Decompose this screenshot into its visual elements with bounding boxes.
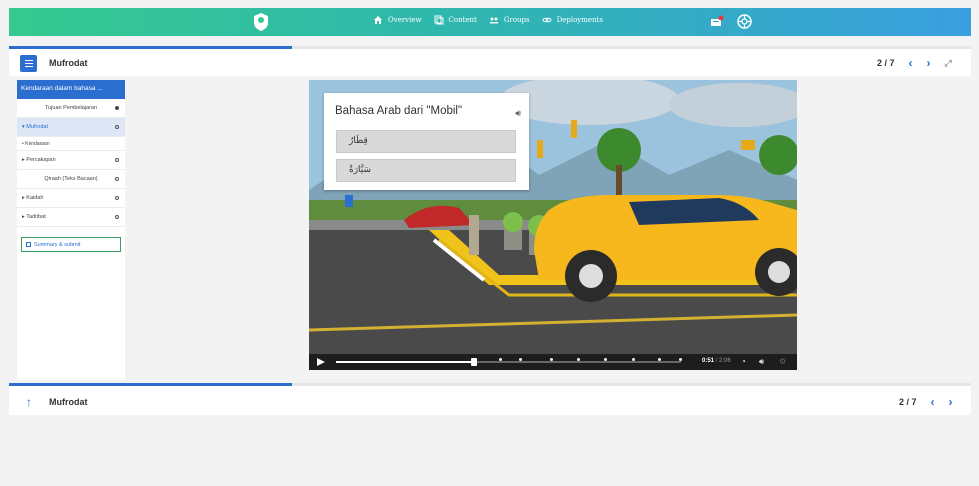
nav-deployments[interactable]: Deployments [542, 15, 603, 25]
menu-button[interactable] [20, 55, 37, 72]
video-player[interactable]: Bahasa Arab dari "Mobil" 🔊︎ قِطَارٌ سَيَ… [309, 80, 797, 370]
answer-option[interactable]: قِطَارٌ [336, 130, 516, 153]
summary-submit-button[interactable]: Summary & submit [21, 237, 121, 252]
chapter-marker [632, 358, 635, 361]
groups-icon [489, 17, 498, 24]
sidebar-item-label: • Kendaraan [22, 140, 50, 147]
seek-handle[interactable] [471, 358, 477, 366]
sidebar-item-tadribat[interactable]: ▸ Tadribat [17, 208, 125, 227]
video-controls: 0:51 / 2:06 ◔ 🔊︎ ⚙ [309, 354, 797, 370]
video-seek-bar[interactable] [336, 358, 682, 366]
nav-overview[interactable]: Overview [373, 15, 422, 25]
nav-groups-label: Groups [503, 16, 530, 24]
speed-icon[interactable]: ◔ [741, 357, 746, 366]
link-icon [542, 17, 552, 23]
settings-gear-icon[interactable]: ⚙ [779, 357, 786, 366]
chapter-marker [519, 358, 522, 361]
next-page-button[interactable]: › [949, 396, 953, 408]
app-logo[interactable] [252, 12, 270, 32]
chapter-marker [577, 358, 580, 361]
main-nav: Overview Content Groups Deployments [373, 15, 603, 25]
header-pager: 2 / 7 ‹ › ⤢ [877, 57, 952, 69]
sidebar-item-label: Qiraah (Teks Bacaan) [44, 176, 98, 182]
arrow-up-icon[interactable]: ↑ [26, 395, 32, 409]
nav-content-label: Content [448, 16, 477, 24]
chapter-marker [658, 358, 661, 361]
prev-page-button[interactable]: ‹ [909, 57, 913, 69]
status-dot [115, 106, 119, 110]
chapter-marker [679, 358, 682, 361]
status-dot [115, 177, 119, 181]
top-nav-bar: Overview Content Groups Deployments [9, 8, 971, 36]
nav-groups[interactable]: Groups [489, 15, 530, 25]
home-icon [374, 16, 382, 24]
play-icon[interactable] [317, 358, 325, 366]
sidebar-item-label: Tujuan Pembelajaran [44, 105, 98, 111]
sidebar-item-kendaraan[interactable]: • Kendaraan [17, 137, 125, 151]
video-time: 0:51 / 2:06 [702, 358, 731, 364]
status-dot [115, 158, 119, 162]
sidebar-item-tujuan[interactable]: Tujuan Pembelajaran [17, 99, 125, 118]
sidebar-item-label: ▸ Percakapan [22, 157, 56, 163]
answer-option[interactable]: سَيَّارَةٌ [336, 159, 516, 182]
nav-overview-label: Overview [388, 16, 422, 24]
checkbox-icon [26, 242, 31, 247]
chapter-marker [499, 358, 502, 361]
time-current: 0:51 [702, 358, 715, 364]
quiz-card: Bahasa Arab dari "Mobil" 🔊︎ قِطَارٌ سَيَ… [324, 93, 529, 190]
status-dot [115, 196, 119, 200]
sidebar-item-qiraah[interactable]: Qiraah (Teks Bacaan) [17, 170, 125, 189]
copy-icon [434, 15, 444, 25]
fullscreen-icon[interactable]: ⤢ [945, 58, 952, 68]
footer-pager: 2 / 7 ‹ › [899, 396, 953, 408]
status-dot [115, 215, 119, 219]
chapter-marker [550, 358, 553, 361]
sidebar-item-kaidah[interactable]: ▸ Kaidah [17, 189, 125, 208]
sidebar-item-label: ▸ Tadribat [22, 214, 46, 220]
nav-deployments-label: Deployments [556, 16, 603, 24]
volume-icon[interactable]: 🔊︎ [759, 357, 764, 367]
lesson-sidebar: Kendaraan dalam bahasa ... Tujuan Pembel… [17, 80, 125, 380]
lesson-progress-bar [9, 46, 292, 49]
sidebar-item-label: ▸ Kaidah [22, 195, 44, 201]
lesson-header: Mufrodat 2 / 7 ‹ › ⤢ [9, 46, 971, 76]
hamburger-icon [24, 62, 33, 65]
speaker-icon[interactable]: 🔊︎ [515, 108, 521, 119]
status-dot [115, 125, 119, 129]
summary-submit-label: Summary & submit [34, 241, 81, 248]
sidebar-active-section[interactable]: Kendaraan dalam bahasa ... [17, 80, 125, 99]
sidebar-item-mufrodat[interactable]: ▾ Mufrodat [17, 118, 125, 137]
sidebar-item-label: ▾ Mufrodat [22, 124, 48, 130]
footer-progress-bar [9, 383, 292, 386]
sidebar-item-percakapan[interactable]: ▸ Percakapan [17, 151, 125, 170]
page-indicator: 2 / 7 [877, 58, 895, 68]
nav-content[interactable]: Content [434, 15, 477, 25]
chapter-marker [604, 358, 607, 361]
page-title: Mufrodat [49, 58, 88, 68]
page-indicator: 2 / 7 [899, 397, 917, 407]
lesson-footer: ↑ Mufrodat 2 / 7 ‹ › [9, 383, 971, 415]
prev-page-button[interactable]: ‹ [931, 396, 935, 408]
notification-icon[interactable] [710, 15, 724, 28]
seek-progress [336, 361, 474, 363]
footer-title: Mufrodat [49, 397, 88, 407]
time-total: / 2:06 [715, 358, 731, 364]
quiz-card-title: Bahasa Arab dari "Mobil" [335, 105, 463, 117]
next-page-button[interactable]: › [927, 57, 931, 69]
help-wheel-icon[interactable] [737, 14, 752, 29]
